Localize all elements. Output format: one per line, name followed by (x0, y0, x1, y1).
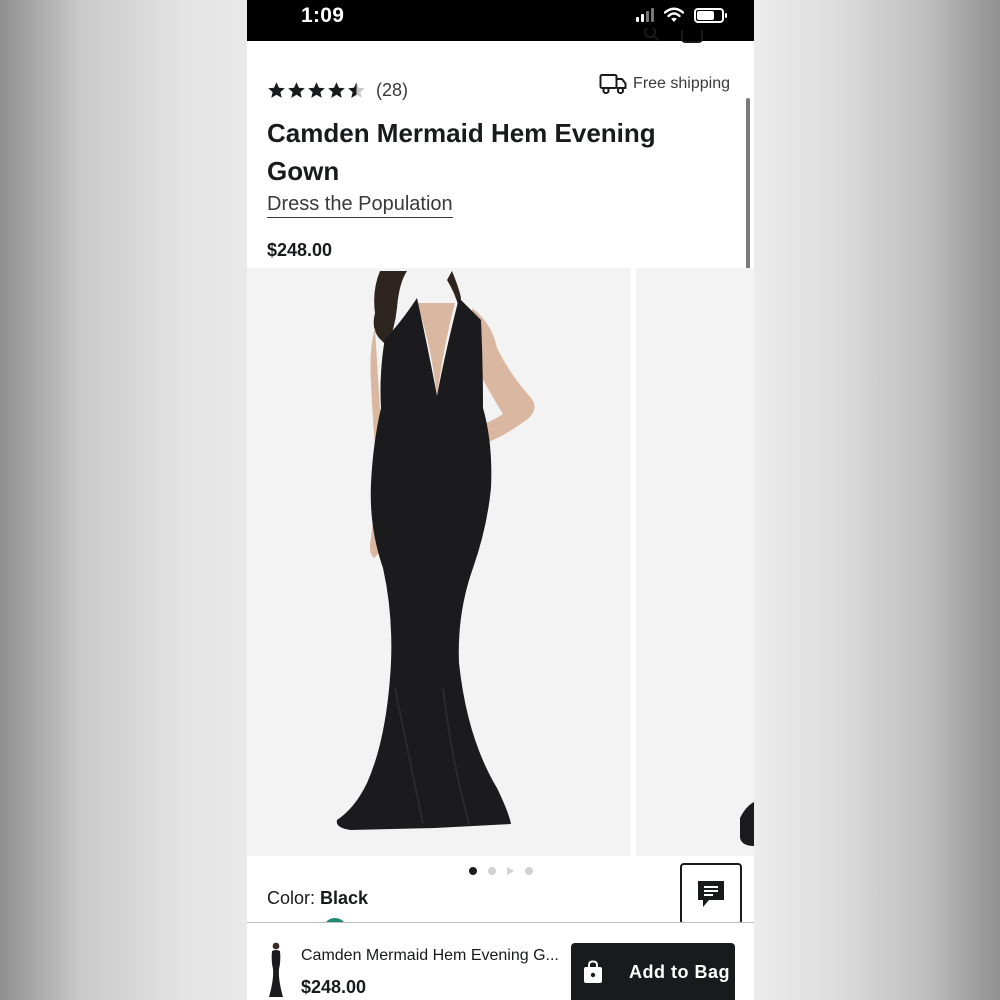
pagination-dot[interactable] (524, 867, 533, 875)
color-label: Color: (267, 888, 316, 908)
search-icon[interactable] (644, 28, 660, 44)
cellular-signal-icon (636, 8, 654, 22)
phone-screen: 1:09 (28) Free shipping Camden Mermaid H… (247, 0, 754, 1000)
free-shipping-badge: Free shipping (599, 73, 730, 95)
add-to-bag-label: Add to Bag (629, 961, 730, 982)
chat-icon (698, 881, 724, 907)
free-shipping-label: Free shipping (633, 75, 730, 92)
status-icons (636, 6, 727, 24)
rating-row[interactable]: (28) (267, 80, 408, 101)
product-image-next[interactable] (636, 268, 754, 856)
sticky-product-price: $248.00 (301, 977, 367, 997)
product-thumbnail (269, 942, 283, 997)
carousel-pagination[interactable] (247, 867, 754, 875)
product-title: Camden Mermaid Hem Evening Gown (267, 118, 656, 186)
add-to-bag-button[interactable]: Add to Bag (571, 943, 735, 1000)
brand-link[interactable]: Dress the Population (267, 193, 453, 218)
battery-icon (694, 7, 727, 23)
product-price: $248.00 (267, 240, 333, 260)
review-count[interactable]: (28) (376, 80, 408, 101)
selected-color: Black (320, 888, 369, 908)
header-partially-hidden (644, 28, 714, 46)
star-icon (308, 82, 325, 98)
product-image-main[interactable] (247, 268, 631, 856)
delivery-truck-icon (599, 74, 627, 95)
pagination-dot-active[interactable] (468, 867, 477, 875)
shopping-bag-icon (584, 960, 602, 983)
video-play-icon[interactable] (506, 867, 514, 875)
star-icon (268, 82, 285, 98)
star-icon (328, 82, 345, 98)
sticky-product-title: Camden Mermaid Hem Evening G... (301, 947, 559, 964)
pagination-dot[interactable] (487, 867, 496, 875)
color-selector-label: Color: Black (267, 888, 368, 909)
gown-model-photo (336, 271, 535, 830)
chat-button[interactable] (680, 863, 742, 925)
shopping-bag-icon[interactable] (680, 28, 704, 44)
sticky-add-to-bag-bar: Camden Mermaid Hem Evening G... $248.00 … (247, 922, 754, 1000)
product-image-carousel[interactable] (247, 268, 754, 856)
star-rating (267, 81, 366, 100)
wifi-icon (664, 7, 684, 22)
status-time: 1:09 (301, 4, 345, 27)
half-star-icon (348, 82, 365, 98)
star-icon (288, 82, 305, 98)
